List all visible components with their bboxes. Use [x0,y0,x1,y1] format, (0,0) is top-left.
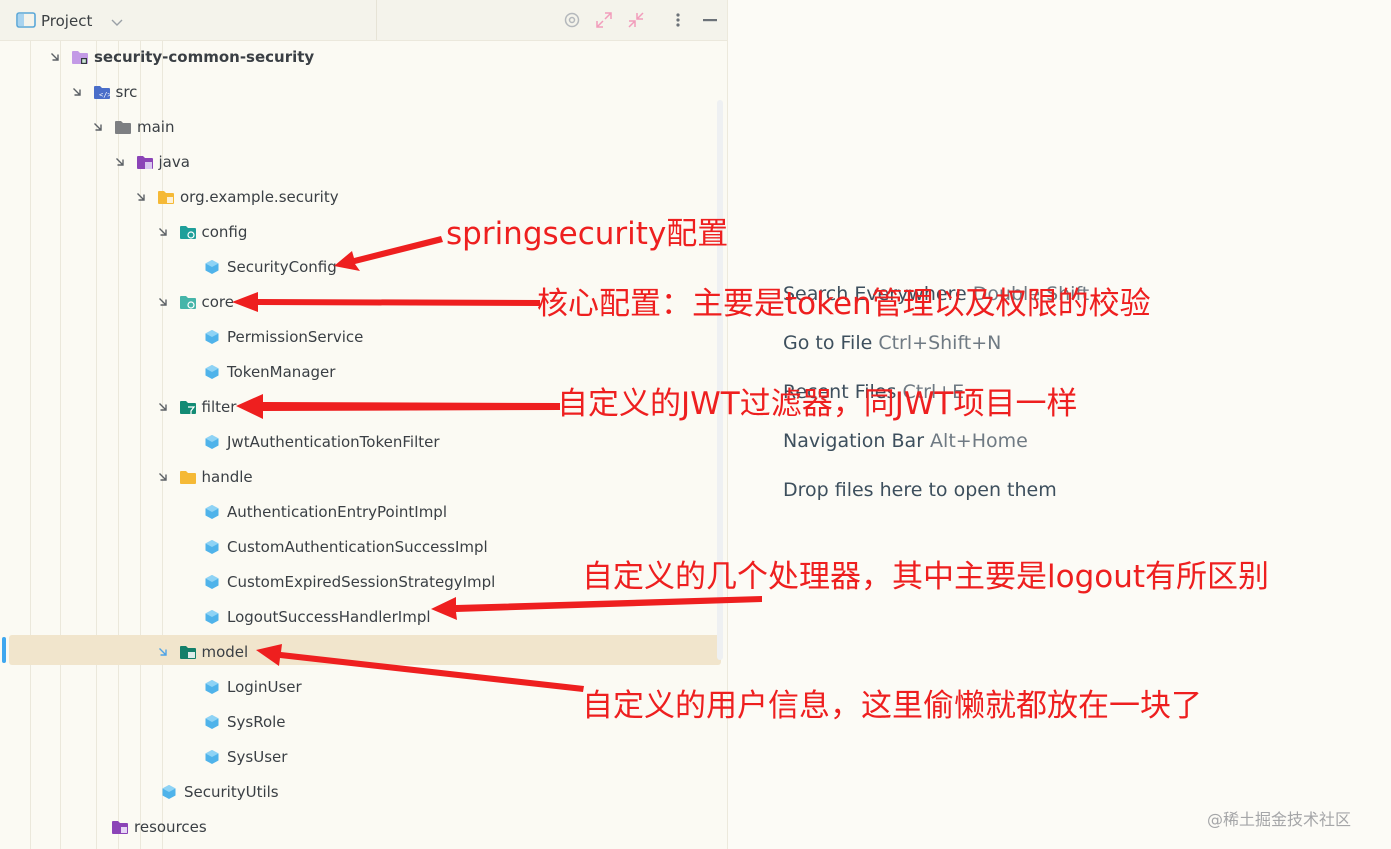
arrow-to-filter [236,394,560,419]
watermark: @稀土掘金技术社区 [1207,810,1352,829]
annotation-model: 自定义的用户信息，这里偷懒就都放在一块了 [582,688,1202,724]
annotation-core: 核心配置：主要是token管理以及权限的校验 [537,286,1151,322]
annotation-config: springsecurity配置 [446,216,729,252]
arrow-to-logout-handler [431,596,762,620]
annotation-filter: 自定义的JWT过滤器，同JWT项目一样 [557,386,1078,422]
arrow-to-core [232,292,540,312]
arrow-to-model [256,644,584,692]
annotation-handle: 自定义的几个处理器，其中主要是logout有所区别 [582,559,1270,595]
arrow-to-config [334,236,443,271]
